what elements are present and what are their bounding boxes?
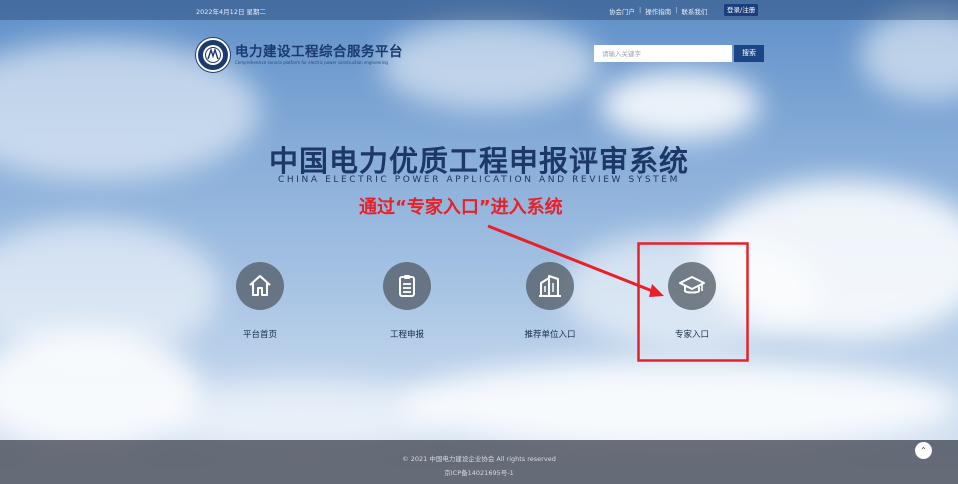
home-icon [236,262,284,310]
recommending-unit-entry[interactable]: 推荐单位入口 [500,262,600,340]
page: 2022年4月12日 星期二 协会门户 | 操作指南 | 联系我们 登录/注册 … [0,0,958,484]
clipboard-icon [383,262,431,310]
project-application-entry[interactable]: 工程申报 [357,262,457,340]
platform-home-entry[interactable]: 平台首页 [210,262,310,340]
entry-label: 专家入口 [674,330,709,340]
entry-label: 工程申报 [389,330,424,340]
building-icon [526,262,574,310]
page-footer: © 2021 中国电力建设企业协会 All rights reserved 京I… [0,440,958,484]
entry-label: 推荐单位入口 [524,330,576,340]
highlight-overlay [487,224,749,362]
entry-label: 平台首页 [242,330,277,340]
arrow-up-icon: ⌃ [920,446,927,455]
copyright-text: © 2021 中国电力建设企业协会 All rights reserved [402,455,556,463]
graduation-cap-icon [668,262,716,310]
icp-license-link[interactable]: 京ICP备14021695号-1 [0,467,958,477]
back-to-top-button[interactable]: ⌃ [915,442,932,459]
expert-entry[interactable]: 专家入口 [642,262,742,340]
